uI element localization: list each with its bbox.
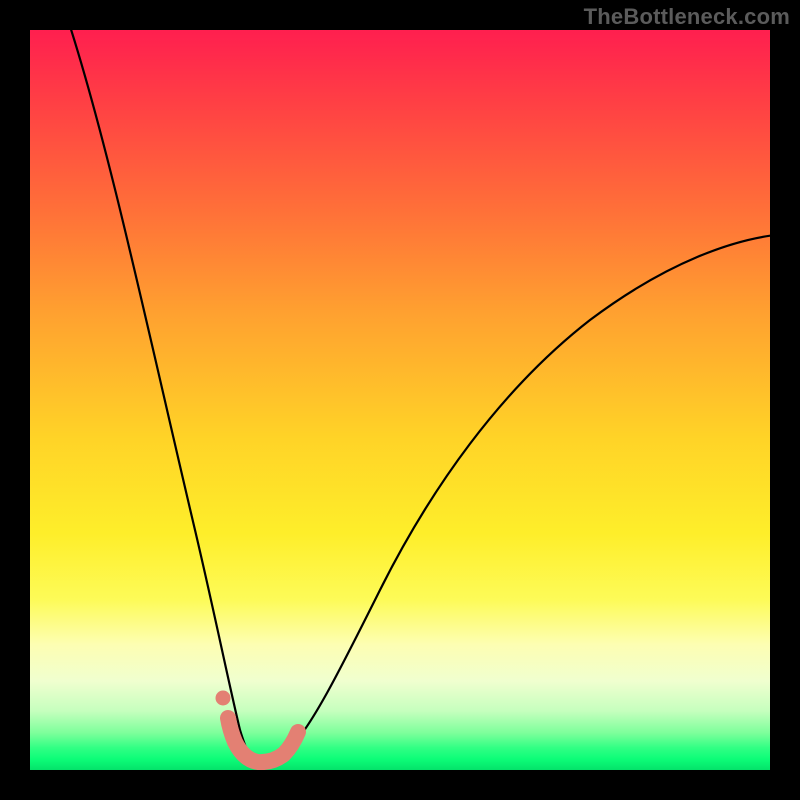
marker-dot xyxy=(216,691,231,706)
chart-frame: TheBottleneck.com xyxy=(0,0,800,800)
bottleneck-curve xyxy=(30,30,770,770)
watermark-text: TheBottleneck.com xyxy=(584,4,790,30)
curve-path xyxy=(68,30,770,761)
plot-area xyxy=(30,30,770,770)
